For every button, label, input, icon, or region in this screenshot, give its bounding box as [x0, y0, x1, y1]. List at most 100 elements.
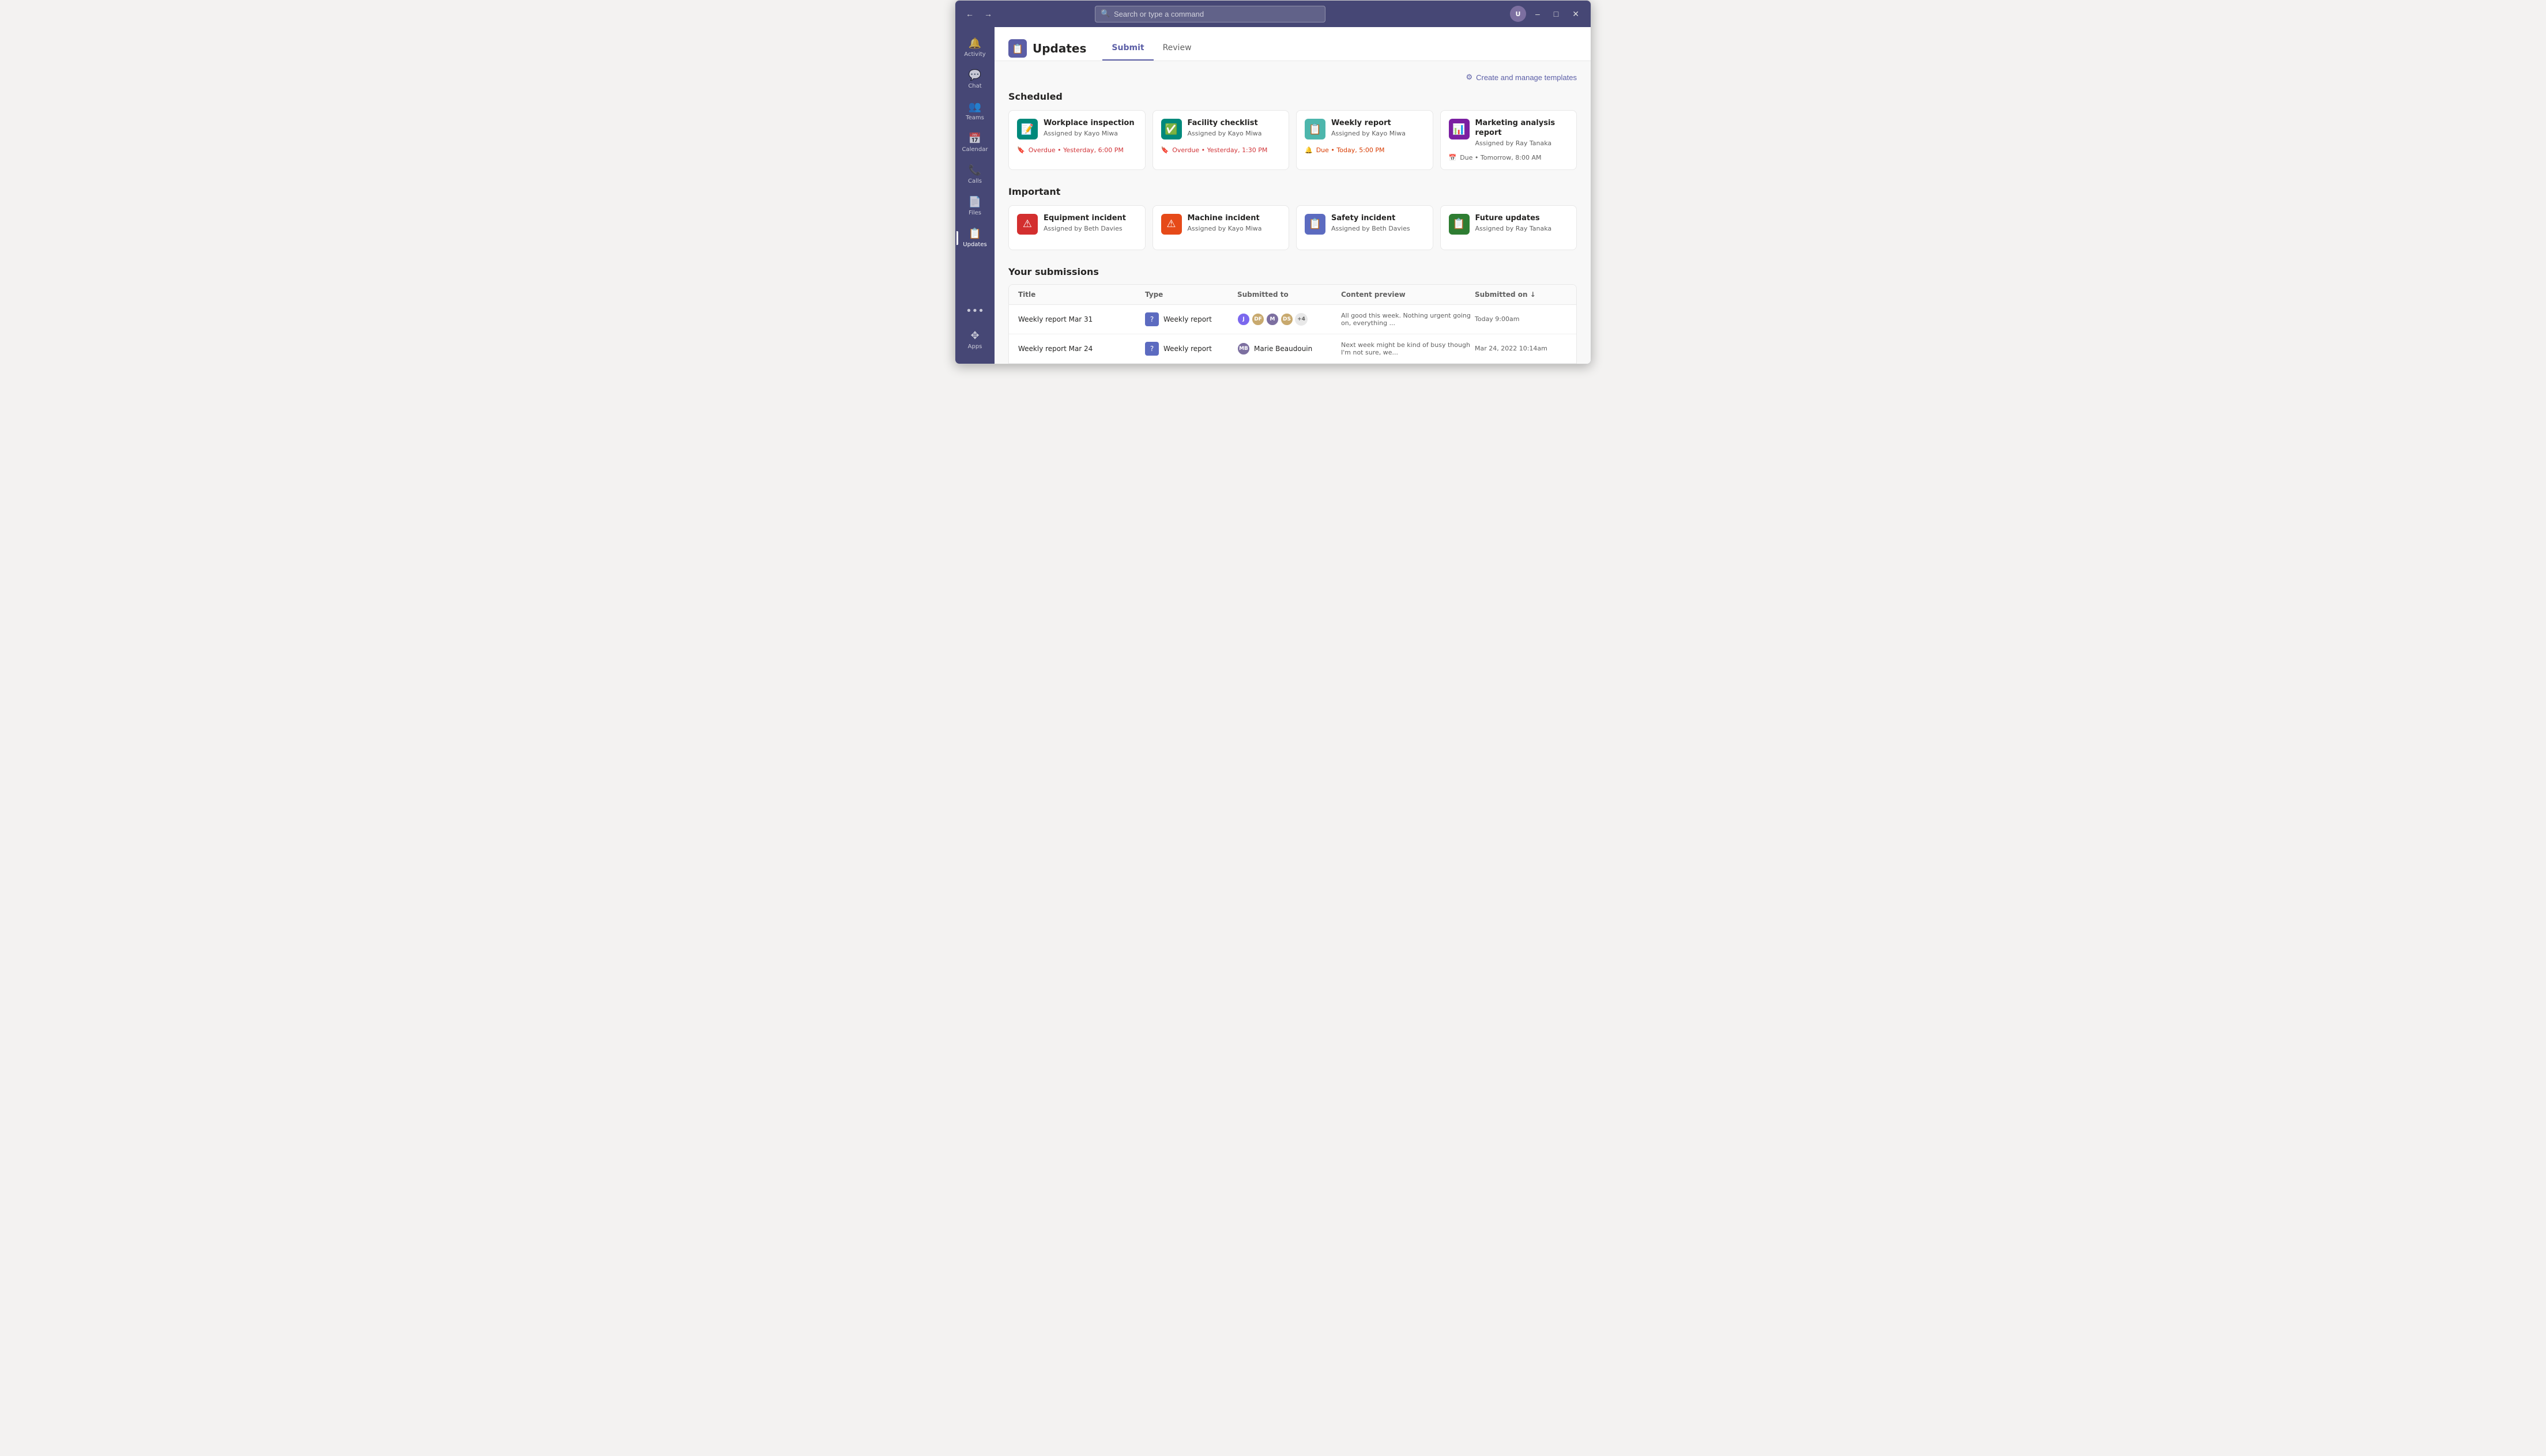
sidebar-item-calendar[interactable]: 📅 Calendar	[959, 128, 991, 157]
card-assignee-future: Assigned by Ray Tanaka	[1475, 225, 1552, 232]
card-weekly-report[interactable]: 📋 Weekly report Assigned by Kayo Miwa 🔔 …	[1296, 110, 1433, 170]
row2-preview: Next week might be kind of busy though I…	[1341, 341, 1475, 356]
sidebar-item-chat[interactable]: 💬 Chat	[959, 65, 991, 94]
card-status-marketing: 📅 Due • Tomorrow, 8:00 AM	[1449, 154, 1569, 161]
submissions-section: Your submissions Title Type Submitted to…	[1008, 266, 1577, 364]
sidebar-item-calls[interactable]: 📞 Calls	[959, 160, 991, 189]
card-title-machine: Machine incident	[1188, 214, 1262, 224]
header-title-row: 📋 Updates	[1008, 39, 1086, 58]
forward-button[interactable]: →	[981, 7, 996, 21]
sidebar: 🔔 Activity 💬 Chat 👥 Teams 📅 Calendar 📞 C…	[955, 27, 995, 364]
card-assignee-equipment: Assigned by Beth Davies	[1044, 225, 1126, 232]
content-header: 📋 Updates Submit Review	[995, 27, 1591, 61]
header-tabs: Submit Review	[1102, 36, 1200, 61]
card-title-weekly: Weekly report	[1331, 119, 1406, 129]
table-row[interactable]: Weekly report Mar 31 ? Weekly report J D…	[1009, 305, 1576, 334]
card-future-updates[interactable]: 📋 Future updates Assigned by Ray Tanaka	[1440, 205, 1577, 250]
row1-title: Weekly report Mar 31	[1018, 315, 1145, 323]
page-title: Updates	[1033, 42, 1086, 55]
due-icon-weekly: 🔔	[1305, 146, 1313, 154]
sidebar-label-chat: Chat	[968, 83, 981, 89]
card-assignee-facility: Assigned by Kayo Miwa	[1188, 130, 1262, 137]
card-status-workplace: 🔖 Overdue • Yesterday, 6:00 PM	[1017, 146, 1137, 154]
sidebar-item-activity[interactable]: 🔔 Activity	[959, 33, 991, 62]
manage-templates-label: Create and manage templates	[1476, 73, 1577, 82]
user-avatar[interactable]: U	[1510, 6, 1526, 22]
row1-preview: All good this week. Nothing urgent going…	[1341, 312, 1475, 327]
card-machine-incident[interactable]: ⚠ Machine incident Assigned by Kayo Miwa	[1153, 205, 1290, 250]
tab-review[interactable]: Review	[1154, 36, 1201, 61]
sidebar-item-files[interactable]: 📄 Files	[959, 191, 991, 221]
search-icon: 🔍	[1101, 10, 1110, 18]
submissions-title: Your submissions	[1008, 266, 1577, 277]
card-title-marketing: Marketing analysis report	[1475, 119, 1569, 138]
sidebar-label-activity: Activity	[964, 51, 985, 58]
calls-icon: 📞	[969, 164, 981, 176]
manage-templates-button[interactable]: ⚙ Create and manage templates	[1466, 73, 1577, 82]
sidebar-label-updates: Updates	[963, 242, 986, 248]
row1-submitted-to: J DF M DS +4	[1237, 313, 1341, 326]
overdue-icon-workplace: 🔖	[1017, 146, 1025, 154]
card-title-workplace: Workplace inspection	[1044, 119, 1135, 129]
scheduled-section: Scheduled 📝 Workplace inspection Assigne…	[1008, 91, 1577, 170]
plus-badge-1: +4	[1295, 313, 1308, 326]
card-safety-incident[interactable]: 📋 Safety incident Assigned by Beth Davie…	[1296, 205, 1433, 250]
content-body: ⚙ Create and manage templates Scheduled …	[995, 61, 1591, 364]
search-input[interactable]	[1095, 6, 1325, 22]
maximize-button[interactable]: □	[1549, 7, 1563, 21]
app-window: ← → 🔍 U – □ ✕ 🔔 Activity 💬 Chat	[955, 0, 1591, 364]
card-status-facility: 🔖 Overdue • Yesterday, 1:30 PM	[1161, 146, 1281, 154]
important-cards-grid: ⚠ Equipment incident Assigned by Beth Da…	[1008, 205, 1577, 250]
card-assignee-machine: Assigned by Kayo Miwa	[1188, 225, 1262, 232]
apps-icon: ✥	[970, 330, 979, 342]
overdue-icon-facility: 🔖	[1161, 146, 1169, 154]
card-icon-workplace: 📝	[1017, 119, 1038, 139]
teams-icon: 👥	[969, 101, 981, 113]
avatar-2: DF	[1252, 313, 1264, 326]
row2-type-icon: ?	[1145, 342, 1159, 356]
card-workplace-inspection[interactable]: 📝 Workplace inspection Assigned by Kayo …	[1008, 110, 1146, 170]
sidebar-item-updates[interactable]: 📋 Updates	[959, 223, 991, 252]
sidebar-label-calls: Calls	[968, 178, 982, 184]
card-icon-machine: ⚠	[1161, 214, 1182, 235]
row2-avatar-name: Marie Beaudouin	[1254, 345, 1312, 353]
card-icon-safety: 📋	[1305, 214, 1325, 235]
sidebar-item-apps[interactable]: ✥ Apps	[959, 325, 991, 354]
chat-icon: 💬	[969, 69, 981, 81]
card-icon-equipment: ⚠	[1017, 214, 1038, 235]
tab-submit[interactable]: Submit	[1102, 36, 1153, 61]
updates-icon: 📋	[969, 228, 981, 240]
row1-type-icon: ?	[1145, 312, 1159, 326]
card-title-future: Future updates	[1475, 214, 1552, 224]
card-title-facility: Facility checklist	[1188, 119, 1262, 129]
th-title: Title	[1018, 291, 1145, 299]
row2-submitted-to: MB Marie Beaudouin	[1237, 342, 1341, 355]
title-bar-right: U – □ ✕	[1510, 6, 1584, 22]
card-equipment-incident[interactable]: ⚠ Equipment incident Assigned by Beth Da…	[1008, 205, 1146, 250]
sidebar-item-teams[interactable]: 👥 Teams	[959, 96, 991, 126]
table-row[interactable]: Weekly report Mar 24 ? Weekly report MB …	[1009, 334, 1576, 364]
scheduled-cards-grid: 📝 Workplace inspection Assigned by Kayo …	[1008, 110, 1577, 170]
th-submitted-on[interactable]: Submitted on ↓	[1475, 291, 1567, 299]
close-button[interactable]: ✕	[1568, 7, 1584, 21]
minimize-button[interactable]: –	[1531, 7, 1545, 21]
submissions-table: Title Type Submitted to Content preview …	[1008, 284, 1577, 364]
th-content-preview: Content preview	[1341, 291, 1475, 299]
card-assignee-workplace: Assigned by Kayo Miwa	[1044, 130, 1135, 137]
card-marketing-analysis[interactable]: 📊 Marketing analysis report Assigned by …	[1440, 110, 1577, 170]
more-button[interactable]: •••	[961, 300, 989, 322]
row2-submitted-on: Mar 24, 2022 10:14am	[1475, 345, 1567, 352]
row1-type: ? Weekly report	[1145, 312, 1237, 326]
avatar-1: J	[1237, 313, 1250, 326]
card-assignee-marketing: Assigned by Ray Tanaka	[1475, 139, 1569, 147]
card-icon-marketing: 📊	[1449, 119, 1470, 139]
calendar-icon: 📅	[969, 133, 981, 145]
back-button[interactable]: ←	[962, 7, 977, 21]
table-header: Title Type Submitted to Content preview …	[1009, 285, 1576, 305]
card-facility-checklist[interactable]: ✅ Facility checklist Assigned by Kayo Mi…	[1153, 110, 1290, 170]
card-icon-weekly: 📋	[1305, 119, 1325, 139]
avatar-mb-2: MB	[1237, 342, 1250, 355]
scheduled-title: Scheduled	[1008, 91, 1577, 102]
row2-type: ? Weekly report	[1145, 342, 1237, 356]
important-section: Important ⚠ Equipment incident Assigned …	[1008, 186, 1577, 250]
